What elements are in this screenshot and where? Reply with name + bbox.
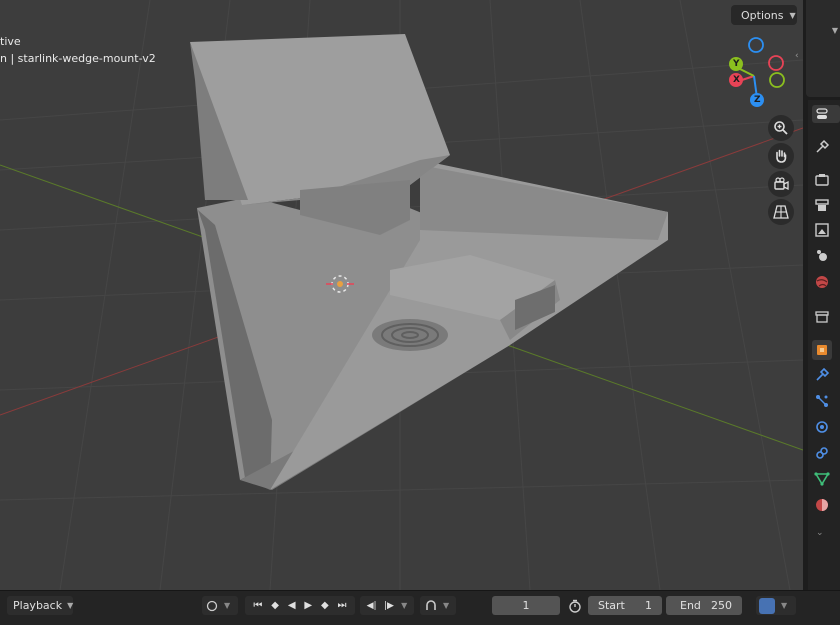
keying-button[interactable]: ▼ [202,596,238,615]
play-icon[interactable]: ▶ [304,600,312,611]
render-icon[interactable] [812,170,832,190]
jump-start-icon[interactable]: ⏮ [253,600,262,611]
chevron-down-icon: ▼ [401,601,408,610]
auto-keying-button[interactable]: ▼ [420,596,456,615]
constraints-icon[interactable] [812,443,832,463]
prev-marker-icon[interactable]: ◀| [367,601,377,611]
stopwatch-icon[interactable] [565,596,585,615]
start-frame-field[interactable]: Start 1 [588,596,662,615]
next-marker-icon[interactable]: |▶ [384,601,394,611]
chevron-down-icon: ▼ [67,601,74,610]
chevron-down-icon[interactable]: ⌄ [816,528,824,538]
editor-type-button[interactable] [812,105,840,123]
outliner-panel[interactable]: ▼ [806,0,840,97]
gizmo-y-label: Y [733,59,740,69]
play-reverse-icon[interactable]: ◀ [288,600,296,611]
hand-icon[interactable] [768,143,794,169]
chevron-down-icon: ▼ [789,10,796,20]
chevron-down-icon[interactable]: ▼ [832,26,838,35]
output-icon[interactable] [812,195,832,215]
viewport-mode-text: tive [0,35,21,48]
wedge-mount-model[interactable] [190,34,668,490]
options-button[interactable]: Options ▼ [731,5,797,25]
grid-icon[interactable] [768,199,794,225]
gizmo-x-label: X [733,75,740,85]
start-label: Start [598,599,625,612]
material-icon[interactable] [812,495,832,515]
playback-label: Playback [13,599,63,612]
playback-sync-button[interactable]: ▼ [756,596,796,615]
3d-viewport[interactable]: tive n | starlink-wedge-mount-v2 Options… [0,0,803,590]
viewport-scene [0,0,803,590]
physics-icon[interactable] [812,417,832,437]
data-icon[interactable] [812,469,832,489]
prev-keyframe-icon[interactable]: ◆ [271,600,279,611]
zoom-icon[interactable] [768,115,794,141]
sync-icon [759,597,775,614]
sidebar-toggle[interactable]: ‹ [795,48,803,62]
particles-icon[interactable] [812,391,832,411]
camera-icon[interactable] [768,171,794,197]
current-frame-field[interactable]: 1 [492,596,560,615]
magnet-icon [426,599,436,610]
view-layer-icon[interactable] [812,220,832,240]
current-frame-value: 1 [522,599,530,612]
end-label: End [680,599,701,612]
jump-end-icon[interactable]: ⏭ [338,600,347,611]
next-keyframe-icon[interactable]: ◆ [321,600,329,611]
world-icon[interactable] [812,272,832,292]
modifier-icon[interactable] [812,365,832,385]
scene-icon[interactable] [812,245,832,265]
options-label: Options [741,8,784,22]
start-value: 1 [645,599,652,612]
gizmo-z-label: Z [754,95,761,105]
keyframe-nav[interactable]: ◀| |▶ ▼ [360,596,414,615]
tool-icon[interactable] [812,137,832,157]
end-frame-field[interactable]: End 250 [666,596,742,615]
playback-menu[interactable]: Playback ▼ [7,596,73,615]
collection-icon[interactable] [812,307,832,327]
playback-controls[interactable]: ⏮ ◆ ◀ ▶ ◆ ⏭ [245,596,355,615]
viewport-object-text: n | starlink-wedge-mount-v2 [0,52,156,65]
end-value: 250 [711,599,732,612]
object-icon[interactable] [812,340,832,360]
